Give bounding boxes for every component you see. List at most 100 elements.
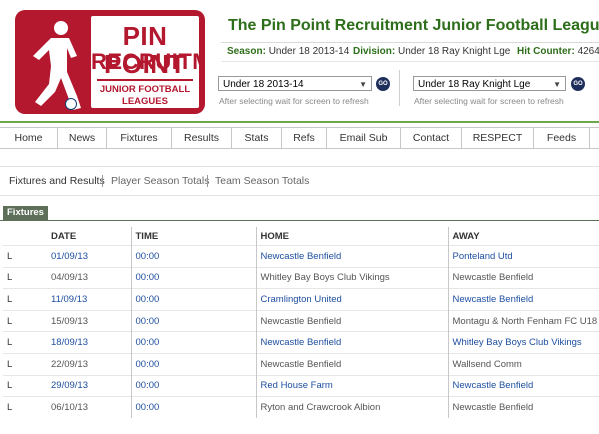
logo-divider xyxy=(97,79,193,81)
away-team-cell[interactable]: Newcastle Benfield xyxy=(447,288,599,311)
away-team-cell[interactable]: Ponteland Utd xyxy=(447,245,599,268)
home-team-cell[interactable]: Ryton and Crawcrook Albion xyxy=(255,396,448,418)
home-team-cell[interactable]: Newcastle Benfield xyxy=(255,331,448,354)
season-select[interactable]: Under 18 2013-14 ▼ xyxy=(218,76,372,91)
date-cell[interactable]: 11/09/13 xyxy=(47,288,131,311)
col-result xyxy=(3,227,47,246)
home-team-cell[interactable]: Whitley Bay Boys Club Vikings xyxy=(255,266,448,289)
date-cell[interactable]: 29/09/13 xyxy=(47,374,131,397)
time-cell[interactable]: 00:00 xyxy=(130,374,256,397)
date-cell[interactable]: 04/09/13 xyxy=(47,266,131,289)
table-row: L 29/09/13 00:00 Red House Farm Newcastl… xyxy=(3,374,599,397)
time-cell[interactable]: 00:00 xyxy=(130,396,256,418)
league-logo[interactable]: PIN POINT RECRUITMENT JUNIOR FOOTBALL LE… xyxy=(15,10,205,114)
col-away: AWAY xyxy=(447,227,599,246)
division-label: Division: xyxy=(353,46,396,57)
result-cell: L xyxy=(3,352,47,376)
nav-email-sub[interactable]: Email Sub xyxy=(327,128,401,148)
footballer-icon xyxy=(33,21,81,110)
logo-line-3: JUNIOR FOOTBALL LEAGUES xyxy=(99,84,191,107)
table-row: L 04/09/13 00:00 Whitley Bay Boys Club V… xyxy=(3,266,599,289)
date-cell[interactable]: 01/09/13 xyxy=(47,245,131,268)
season-hint: After selecting wait for screen to refre… xyxy=(219,96,369,106)
subnav-player-season-totals[interactable]: Player Season Totals xyxy=(111,167,209,195)
season-label: Season: xyxy=(227,46,266,57)
logo-line-2: RECRUITMENT xyxy=(91,49,205,74)
nav-home[interactable]: Home xyxy=(0,128,58,148)
fixtures-tab-underline xyxy=(0,220,599,221)
home-team-cell[interactable]: Red House Farm xyxy=(255,374,448,397)
nav-refs[interactable]: Refs xyxy=(282,128,327,148)
result-cell: L xyxy=(3,374,47,397)
nav-contact[interactable]: Contact xyxy=(401,128,462,148)
date-cell[interactable]: 15/09/13 xyxy=(47,309,131,332)
nav-stats[interactable]: Stats xyxy=(232,128,282,148)
season-info-bar: Season: Under 18 2013-14 Division: Under… xyxy=(221,42,599,62)
away-team-cell[interactable]: Montagu & North Fenham FC U18 xyxy=(447,309,599,332)
time-cell[interactable]: 00:00 xyxy=(130,309,256,332)
time-cell[interactable]: 00:00 xyxy=(130,266,256,289)
table-row: L 15/09/13 00:00 Newcastle Benfield Mont… xyxy=(3,309,599,332)
time-cell[interactable]: 00:00 xyxy=(130,331,256,354)
away-team-cell[interactable]: Newcastle Benfield xyxy=(447,396,599,418)
table-row: L 22/09/13 00:00 Newcastle Benfield Wall… xyxy=(3,352,599,376)
dropdown-arrow-icon: ▼ xyxy=(553,80,561,89)
football-icon xyxy=(65,98,77,110)
nav-feeds[interactable]: Feeds xyxy=(534,128,590,148)
fixtures-tab[interactable]: Fixtures xyxy=(3,206,48,220)
nav-results[interactable]: Results xyxy=(172,128,232,148)
nav-respect[interactable]: RESPECT xyxy=(462,128,534,148)
home-team-cell[interactable]: Newcastle Benfield xyxy=(255,245,448,268)
selector-divider xyxy=(399,70,400,106)
away-team-cell[interactable]: Newcastle Benfield xyxy=(447,266,599,289)
season-value: Under 18 2013-14 xyxy=(268,46,350,57)
fixtures-table: DATE TIME HOME AWAY L 01/09/13 00:00 New… xyxy=(3,227,599,418)
col-home: HOME xyxy=(255,227,448,246)
home-team-cell[interactable]: Cramlington United xyxy=(255,288,448,311)
nav-news[interactable]: News xyxy=(58,128,107,148)
result-cell: L xyxy=(3,396,47,418)
division-select-value: Under 18 Ray Knight Lge xyxy=(418,79,531,90)
subnav-team-season-totals[interactable]: Team Season Totals xyxy=(215,167,309,195)
result-cell: L xyxy=(3,245,47,268)
col-time: TIME xyxy=(130,227,256,246)
division-value: Under 18 Ray Knight Lge xyxy=(398,46,511,57)
table-row: L 11/09/13 00:00 Cramlington United Newc… xyxy=(3,288,599,311)
subnav-divider xyxy=(207,175,208,187)
subnav-fixtures-results[interactable]: Fixtures and Results xyxy=(9,167,105,195)
away-team-cell[interactable]: Newcastle Benfield xyxy=(447,374,599,397)
result-cell: L xyxy=(3,331,47,354)
time-cell[interactable]: 00:00 xyxy=(130,352,256,376)
sub-nav: Fixtures and Results Player Season Total… xyxy=(0,166,599,196)
table-row: L 01/09/13 00:00 Newcastle Benfield Pont… xyxy=(3,245,599,268)
hit-counter-label: Hit Counter: xyxy=(517,46,575,57)
division-hint: After selecting wait for screen to refre… xyxy=(414,96,564,106)
header-divider xyxy=(0,121,599,123)
time-cell[interactable]: 00:00 xyxy=(130,245,256,268)
col-date: DATE xyxy=(51,230,77,242)
division-select[interactable]: Under 18 Ray Knight Lge ▼ xyxy=(413,76,566,91)
result-cell: L xyxy=(3,309,47,332)
subnav-divider xyxy=(102,175,103,187)
home-team-cell[interactable]: Newcastle Benfield xyxy=(255,352,448,376)
date-cell[interactable]: 18/09/13 xyxy=(47,331,131,354)
division-go-button[interactable]: GO xyxy=(571,77,585,91)
away-team-cell[interactable]: Whitley Bay Boys Club Vikings xyxy=(447,331,599,354)
logo-text-box: PIN POINT RECRUITMENT JUNIOR FOOTBALL LE… xyxy=(91,16,205,108)
season-go-button[interactable]: GO xyxy=(376,77,390,91)
site-title: The Pin Point Recruitment Junior Footbal… xyxy=(228,17,599,34)
date-cell[interactable]: 22/09/13 xyxy=(47,352,131,376)
home-team-cell[interactable]: Newcastle Benfield xyxy=(255,309,448,332)
table-header-row: DATE TIME HOME AWAY xyxy=(3,227,599,246)
date-cell[interactable]: 06/10/13 xyxy=(47,396,131,418)
season-select-value: Under 18 2013-14 xyxy=(223,79,304,90)
result-cell: L xyxy=(3,288,47,311)
result-cell: L xyxy=(3,266,47,289)
time-cell[interactable]: 00:00 xyxy=(130,288,256,311)
nav-fixtures[interactable]: Fixtures xyxy=(107,128,172,148)
table-row: L 18/09/13 00:00 Newcastle Benfield Whit… xyxy=(3,331,599,354)
hit-counter-value: 42649 xyxy=(577,46,599,57)
away-team-cell[interactable]: Wallsend Comm xyxy=(447,352,599,376)
main-nav: Home News Fixtures Results Stats Refs Em… xyxy=(0,127,599,149)
dropdown-arrow-icon: ▼ xyxy=(359,80,367,89)
